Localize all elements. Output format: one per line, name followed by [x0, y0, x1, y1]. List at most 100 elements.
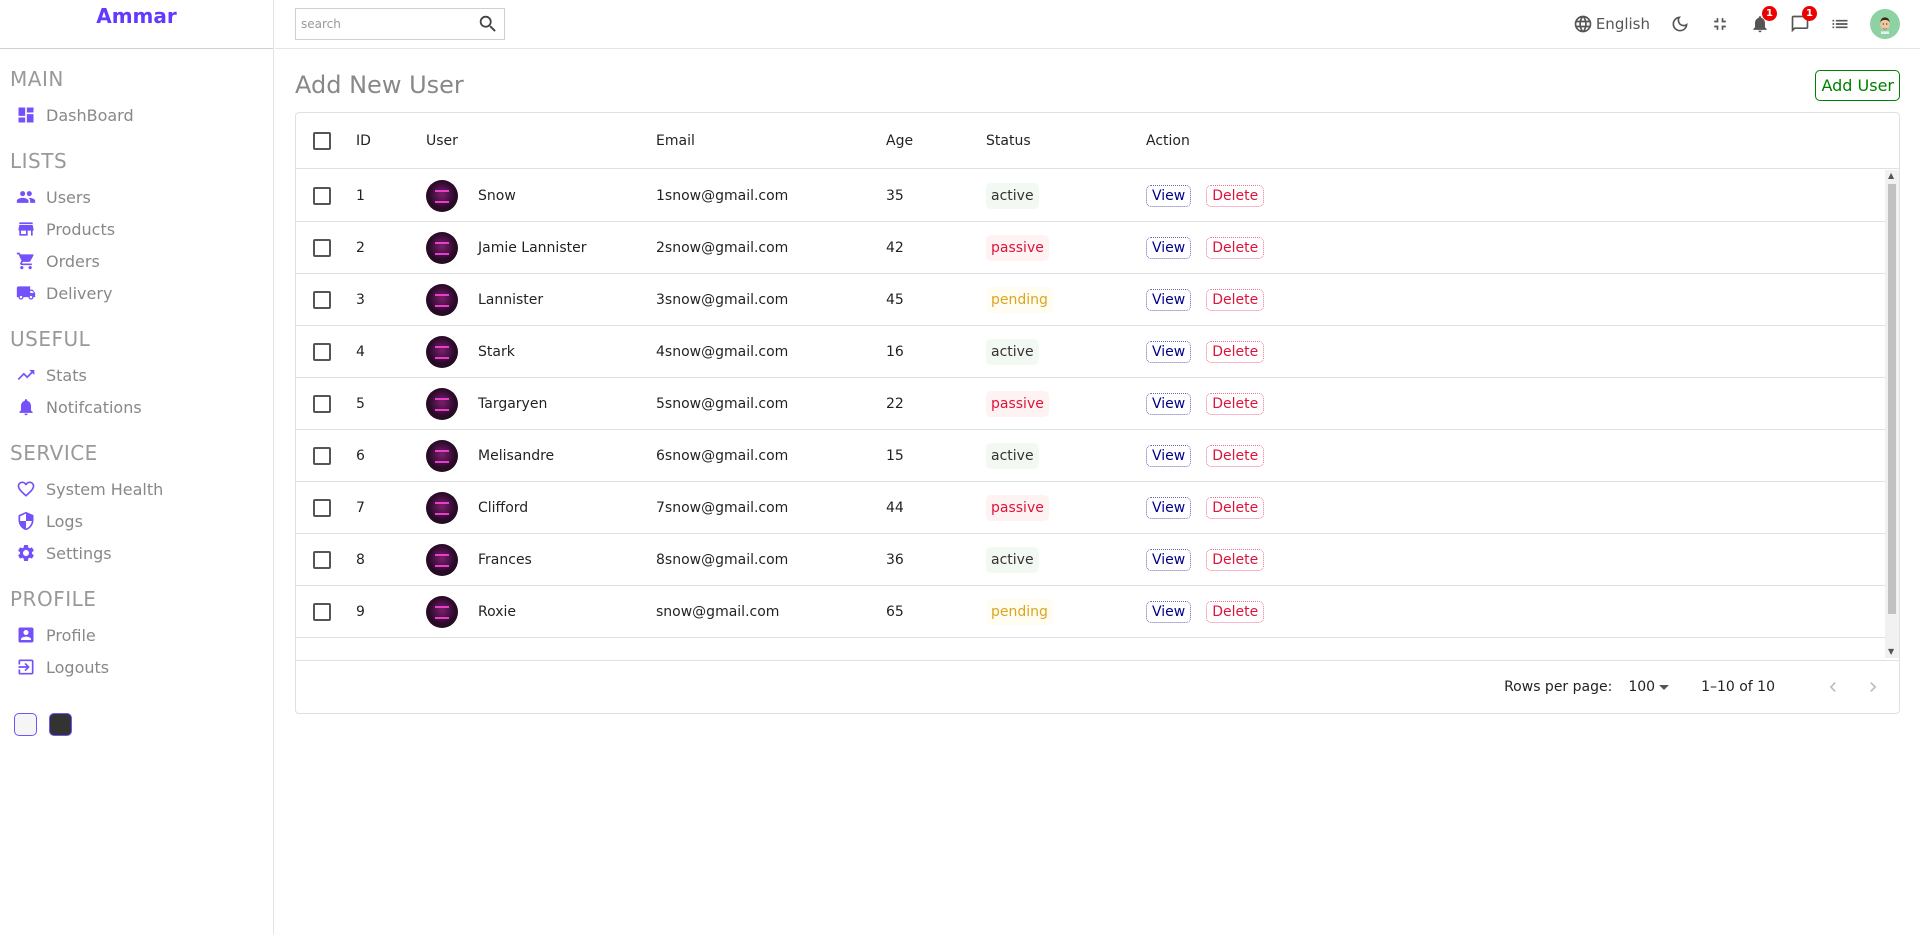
- sidebar-section: SERVICE System Health Logs Settings: [0, 441, 273, 569]
- user-avatar-image: [426, 543, 458, 576]
- table-footer: Rows per page: 100 1–10 of 10: [296, 660, 1899, 713]
- column-header-id[interactable]: ID: [356, 113, 371, 168]
- user-avatar-image: [426, 439, 458, 472]
- view-button[interactable]: View: [1146, 392, 1192, 415]
- theme-light-option[interactable]: [14, 713, 37, 736]
- table-row[interactable]: 2 Jamie Lannister 2snow@gmail.com 42 passive…: [296, 222, 1886, 274]
- user-name: Frances: [478, 551, 532, 568]
- user-name: Melisandre: [478, 447, 555, 464]
- theme-dark-option[interactable]: [49, 713, 72, 736]
- view-button[interactable]: View: [1146, 444, 1192, 467]
- search-input[interactable]: [301, 17, 471, 31]
- delete-button[interactable]: Delete: [1206, 392, 1265, 415]
- column-header-action[interactable]: Action: [1146, 113, 1190, 168]
- brand-logo[interactable]: Ammar: [96, 4, 177, 48]
- status-badge: active: [986, 338, 1039, 365]
- sidebar-item-profile[interactable]: Profile: [0, 619, 273, 651]
- select-all-checkbox[interactable]: [313, 131, 331, 150]
- moon-icon: [1672, 16, 1688, 32]
- sidebar-item-system-health[interactable]: System Health: [0, 473, 273, 505]
- list-menu-button[interactable]: [1830, 14, 1850, 34]
- cell-status: pending: [986, 586, 1053, 637]
- user-avatar-button[interactable]: [1870, 9, 1900, 39]
- sidebar-item-label: Logs: [46, 511, 83, 531]
- previous-page-button[interactable]: [1821, 675, 1845, 699]
- delete-button[interactable]: Delete: [1206, 340, 1265, 363]
- row-checkbox[interactable]: [313, 290, 331, 309]
- sidebar-item-delivery[interactable]: Delivery: [0, 277, 273, 309]
- row-checkbox[interactable]: [313, 498, 331, 517]
- cell-id: 8: [356, 551, 365, 568]
- scroll-down-arrow-icon[interactable]: ▼: [1888, 648, 1894, 656]
- user-avatar-image: [426, 595, 458, 628]
- table-body[interactable]: 1 Snow 1snow@gmail.com 35 active View Delete 2 J…: [296, 170, 1886, 658]
- sidebar-item-orders[interactable]: Orders: [0, 245, 273, 277]
- fullscreen-exit-button[interactable]: [1710, 14, 1730, 34]
- table-row[interactable]: 6 Melisandre 6snow@gmail.com 15 active View De…: [296, 430, 1886, 482]
- view-button[interactable]: View: [1146, 288, 1192, 311]
- view-button[interactable]: View: [1146, 548, 1192, 571]
- language-selector[interactable]: English: [1573, 14, 1650, 34]
- sidebar-item-logouts[interactable]: Logouts: [0, 651, 273, 683]
- view-button[interactable]: View: [1146, 340, 1192, 363]
- column-header-status[interactable]: Status: [986, 113, 1031, 168]
- column-header-email[interactable]: Email: [656, 113, 695, 168]
- view-button[interactable]: View: [1146, 184, 1192, 207]
- delete-button[interactable]: Delete: [1206, 548, 1265, 571]
- scroll-thumb[interactable]: [1888, 184, 1896, 614]
- dark-mode-toggle[interactable]: [1670, 14, 1690, 34]
- row-checkbox[interactable]: [313, 394, 331, 413]
- table-row[interactable]: 7 Clifford 7snow@gmail.com 44 passive View Del…: [296, 482, 1886, 534]
- messages-button[interactable]: 1: [1790, 6, 1817, 34]
- row-checkbox[interactable]: [313, 238, 331, 257]
- sidebar-item-label: System Health: [46, 479, 164, 499]
- table-row[interactable]: 1 Snow 1snow@gmail.com 35 active View Delete: [296, 170, 1886, 222]
- rows-per-page-select[interactable]: 100: [1628, 679, 1670, 695]
- next-page-button[interactable]: [1861, 675, 1885, 699]
- cell-user: Lannister: [426, 274, 543, 325]
- notifications-button[interactable]: 1: [1750, 6, 1777, 34]
- table-row[interactable]: 9 Roxie snow@gmail.com 65 pending View Delete: [296, 586, 1886, 638]
- view-button[interactable]: View: [1146, 600, 1192, 623]
- table-row[interactable]: 5 Targaryen 5snow@gmail.com 22 passive View De…: [296, 378, 1886, 430]
- vertical-scrollbar[interactable]: ▲ ▼: [1885, 170, 1899, 658]
- row-checkbox[interactable]: [313, 446, 331, 465]
- delete-button[interactable]: Delete: [1206, 600, 1265, 623]
- column-header-user[interactable]: User: [426, 113, 458, 168]
- table-row[interactable]: 8 Frances 8snow@gmail.com 36 active View Delet…: [296, 534, 1886, 586]
- cell-action: View Delete: [1146, 222, 1265, 273]
- delete-button[interactable]: Delete: [1206, 444, 1265, 467]
- delete-button[interactable]: Delete: [1206, 288, 1265, 311]
- messages-counter-badge: 1: [1802, 6, 1817, 21]
- column-header-age[interactable]: Age: [886, 113, 913, 168]
- sidebar-item-settings[interactable]: Settings: [0, 537, 273, 569]
- view-button[interactable]: View: [1146, 496, 1192, 519]
- row-checkbox[interactable]: [313, 602, 331, 621]
- table-row[interactable]: 3 Lannister 3snow@gmail.com 45 pending View De…: [296, 274, 1886, 326]
- sidebar-item-stats[interactable]: Stats: [0, 359, 273, 391]
- sidebar-item-notifcations[interactable]: Notifcations: [0, 391, 273, 423]
- row-select-cell: [313, 482, 331, 533]
- add-user-button[interactable]: Add User: [1815, 69, 1900, 101]
- delete-button[interactable]: Delete: [1206, 236, 1265, 259]
- cell-email: 7snow@gmail.com: [656, 499, 789, 516]
- chevron-left-icon: [1829, 682, 1836, 692]
- sidebar-item-logs[interactable]: Logs: [0, 505, 273, 537]
- sidebar-section: PROFILE Profile Logouts: [0, 587, 273, 683]
- delete-button[interactable]: Delete: [1206, 496, 1265, 519]
- sidebar-section-title: MAIN: [10, 67, 64, 91]
- view-button[interactable]: View: [1146, 236, 1192, 259]
- sidebar-item-dashboard[interactable]: DashBoard: [0, 99, 273, 131]
- row-checkbox[interactable]: [313, 342, 331, 361]
- status-badge: passive: [986, 234, 1049, 261]
- row-checkbox[interactable]: [313, 186, 331, 205]
- cell-age: 44: [886, 499, 904, 516]
- cell-age: 15: [886, 447, 904, 464]
- sidebar-item-users[interactable]: Users: [0, 181, 273, 213]
- table-row[interactable]: 4 Stark 4snow@gmail.com 16 active View Delete: [296, 326, 1886, 378]
- delete-button[interactable]: Delete: [1206, 184, 1265, 207]
- sidebar-item-products[interactable]: Products: [0, 213, 273, 245]
- scroll-up-arrow-icon[interactable]: ▲: [1888, 172, 1894, 180]
- row-checkbox[interactable]: [313, 550, 331, 569]
- search-icon[interactable]: [477, 13, 499, 35]
